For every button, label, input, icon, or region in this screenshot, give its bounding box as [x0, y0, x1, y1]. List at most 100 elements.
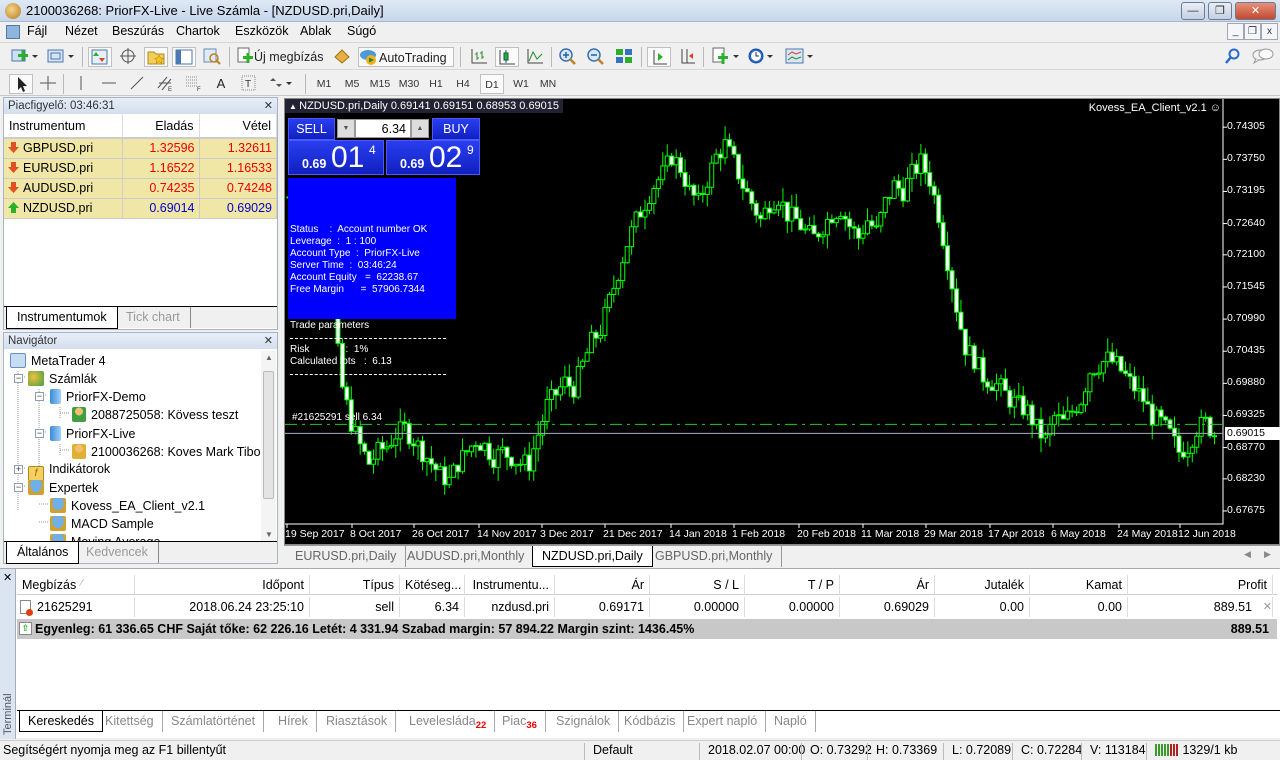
minimize-button[interactable]: — [1181, 2, 1205, 20]
tree-demo-account[interactable]: 2088725058: Kövess teszt [72, 407, 238, 422]
vertical-line-tool[interactable] [70, 74, 92, 94]
timeframe-m5[interactable]: M5 [340, 74, 364, 94]
fibonacci-tool[interactable]: F [182, 74, 204, 94]
menu-view[interactable]: Nézet [65, 24, 98, 38]
buy-button[interactable]: BUY [432, 118, 480, 140]
collapse-experts-icon[interactable]: − [14, 483, 23, 492]
auto-scroll-button[interactable] [647, 47, 671, 67]
tree-indicators[interactable]: f Indikátorok [28, 462, 110, 481]
column-header[interactable]: Ár [840, 575, 935, 595]
horizontal-line-tool[interactable] [98, 74, 120, 94]
column-header[interactable]: Megbízás [17, 575, 135, 595]
templates-button[interactable] [783, 47, 815, 67]
arrows-tool[interactable] [266, 74, 296, 94]
market-watch-row[interactable]: EURUSD.pri 1.16522 1.16533 [4, 158, 277, 179]
equidistant-channel-tool[interactable]: E [154, 74, 176, 94]
new-chart-button[interactable] [10, 47, 40, 67]
close-market-watch-icon[interactable]: ✕ [264, 98, 273, 114]
periods-button[interactable] [747, 47, 777, 67]
order-row[interactable]: 21625291 2018.06.24 23:25:10 sell 6.34 nzdus… [17, 597, 1277, 617]
tree-expert-item[interactable]: Kovess_EA_Client_v2.1 [50, 498, 205, 513]
terminal-tab[interactable]: Napló [766, 711, 816, 732]
sell-button[interactable]: SELL [288, 118, 335, 140]
timeframe-h4[interactable]: H4 [452, 74, 474, 94]
chart-tab-active[interactable]: NZDUSD.pri,Daily [532, 546, 653, 567]
column-symbol[interactable]: Instrumentum [4, 114, 123, 139]
close-navigator-icon[interactable]: ✕ [264, 333, 273, 349]
market-watch-row[interactable]: GBPUSD.pri 1.32596 1.32611 [4, 138, 277, 159]
column-header[interactable]: Ár [555, 575, 650, 595]
tree-accounts[interactable]: Számlák [28, 371, 97, 386]
column-header[interactable]: T / P [745, 575, 840, 595]
profiles-button[interactable] [46, 47, 76, 67]
mdi-minimize-button[interactable]: _ [1227, 23, 1244, 40]
tab-favorites[interactable]: Kedvencek [76, 542, 159, 563]
terminal-tab[interactable]: Levelesláda22 [401, 711, 496, 732]
column-header[interactable]: S / L [650, 575, 745, 595]
tile-windows-button[interactable] [613, 47, 635, 67]
terminal-toggle[interactable] [172, 47, 196, 67]
tree-live-account[interactable]: 2100036268: Koves Mark Tibor [72, 444, 265, 459]
timeframe-m30[interactable]: M30 [395, 74, 423, 94]
chart-tab[interactable]: EURUSD.pri,Daily [286, 546, 407, 567]
autotrading-button[interactable]: AutoTrading [358, 47, 454, 67]
menu-insert[interactable]: Beszúrás [112, 24, 164, 38]
menu-tools[interactable]: Eszközök [235, 24, 289, 38]
restore-button[interactable]: ❐ [1208, 2, 1232, 20]
terminal-tab[interactable]: Számlatörténet [163, 711, 265, 732]
lots-increase-button[interactable]: ▲ [411, 119, 429, 138]
status-profile[interactable]: Default [584, 743, 633, 760]
trendline-tool[interactable] [126, 74, 148, 94]
tree-expert-item[interactable]: MACD Sample [50, 516, 154, 531]
timeframe-h1[interactable]: H1 [425, 74, 447, 94]
terminal-tab[interactable]: Kereskedés [19, 711, 104, 732]
text-label-tool[interactable]: T [238, 74, 260, 94]
candlestick-chart-button[interactable] [495, 47, 519, 67]
market-watch-row[interactable]: NZDUSD.pri 0.69014 0.69029 [4, 198, 277, 219]
timeframe-m15[interactable]: M15 [366, 74, 394, 94]
mdi-close-button[interactable]: x [1261, 23, 1278, 40]
terminal-tab[interactable]: Kódbázis [616, 711, 685, 732]
menu-help[interactable]: Súgó [347, 24, 376, 38]
tab-instruments[interactable]: Instrumentumok [6, 307, 118, 329]
terminal-tab[interactable]: Kitettség [97, 711, 163, 732]
market-watch-row[interactable]: AUDUSD.pri 0.74235 0.74248 [4, 178, 277, 199]
order-line-label[interactable]: #21625291 sell 6.34 [292, 412, 382, 424]
chart-tab[interactable]: AUDUSD.pri,Monthly [398, 546, 535, 567]
terminal-tab[interactable]: Szignálok [548, 711, 620, 732]
line-chart-button[interactable] [524, 47, 546, 67]
scrollbar-thumb[interactable] [263, 371, 274, 499]
tree-live-server[interactable]: PriorFX-Live [50, 426, 135, 441]
timeframe-w1[interactable]: W1 [509, 74, 533, 94]
mdi-restore-button[interactable]: ❐ [1244, 23, 1261, 40]
text-tool[interactable]: A [210, 74, 232, 94]
zoom-out-button[interactable] [585, 47, 607, 67]
tab-general[interactable]: Általános [6, 542, 80, 564]
terminal-tab[interactable]: Riasztások [318, 711, 397, 732]
close-terminal-icon[interactable]: ✕ [3, 571, 12, 584]
navigator-toggle[interactable] [144, 47, 168, 67]
zoom-in-button[interactable] [557, 47, 579, 67]
column-ask[interactable]: Vétel [199, 114, 277, 139]
terminal-tab[interactable]: Hírek [270, 711, 317, 732]
collapse-live-icon[interactable]: − [35, 429, 44, 438]
menu-file[interactable]: Fájl [27, 24, 47, 38]
tree-root[interactable]: MetaTrader 4 [10, 353, 106, 368]
column-header[interactable]: Profit [1128, 575, 1273, 595]
tree-experts[interactable]: Expertek [28, 480, 98, 495]
lots-input[interactable]: 6.34 [355, 119, 411, 138]
column-header[interactable]: Időpont [135, 575, 310, 595]
new-order-button[interactable]: Új megbízás [236, 47, 326, 67]
strategy-tester-button[interactable] [200, 47, 224, 67]
bar-chart-button[interactable] [468, 47, 490, 67]
tab-scroll-left[interactable]: ◀ [1244, 549, 1251, 560]
column-header[interactable]: Jutalék [935, 575, 1030, 595]
tab-tick-chart[interactable]: Tick chart [116, 307, 191, 328]
chat-icon[interactable] [1250, 47, 1276, 67]
tree-demo-server[interactable]: PriorFX-Demo [50, 389, 146, 404]
timeframe-mn[interactable]: MN [536, 74, 560, 94]
indicators-button[interactable] [710, 47, 742, 67]
close-button[interactable]: ✕ [1235, 2, 1276, 20]
buy-price-button[interactable]: 0.69 02 9 [386, 140, 480, 175]
tab-scroll-right[interactable]: ▶ [1264, 549, 1271, 560]
